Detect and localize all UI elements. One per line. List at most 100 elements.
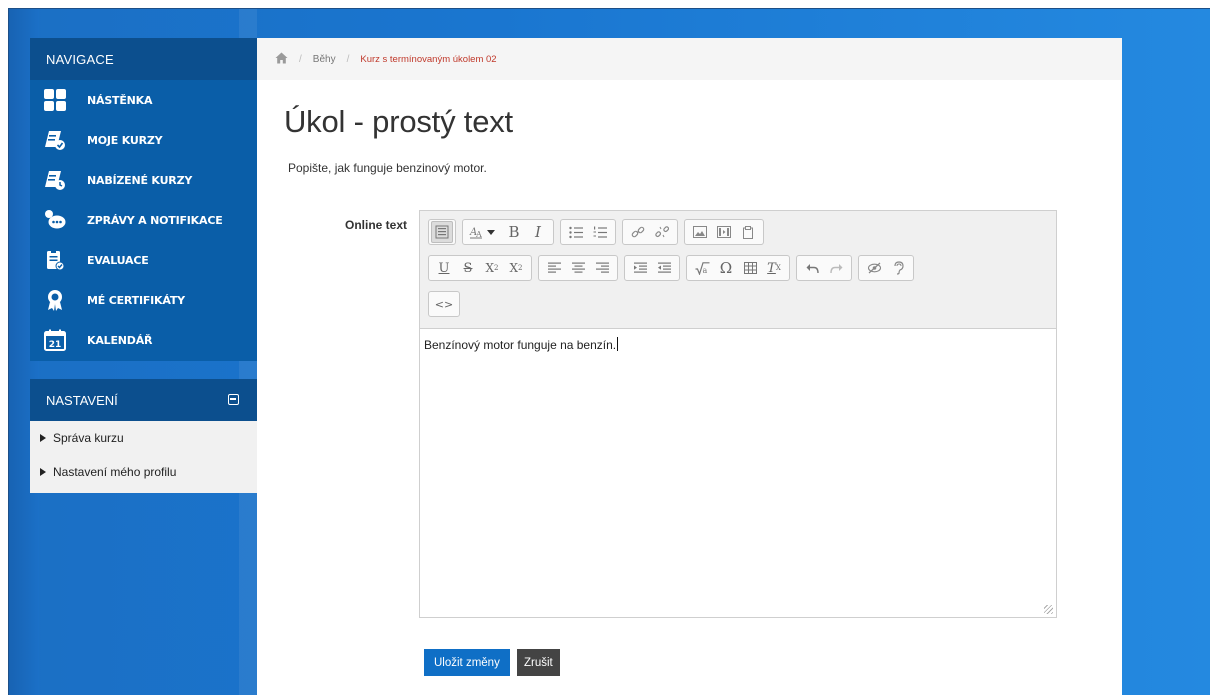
screenreader-helper-icon[interactable] xyxy=(887,257,909,279)
online-text-editor-area[interactable]: Benzínový motor funguje na benzín. xyxy=(420,329,1056,617)
breadcrumb-separator: / xyxy=(346,53,350,65)
clear-formatting-icon[interactable]: TX xyxy=(763,257,785,279)
breadcrumb-item-runs[interactable]: Běhy xyxy=(313,54,336,65)
nav-item-offered-courses[interactable]: NABÍZENÉ KURZY xyxy=(30,162,257,198)
calendar-day: 21 xyxy=(49,340,62,350)
text-caret xyxy=(617,337,619,351)
dashboard-icon xyxy=(43,88,67,112)
html-source-icon[interactable]: <> xyxy=(433,293,455,315)
nav-item-calendar[interactable]: 21 KALENDÁŘ xyxy=(30,322,257,358)
nav-item-my-courses[interactable]: MOJE KURZY xyxy=(30,122,257,158)
toolbar-group xyxy=(624,255,680,281)
online-text-label: Online text xyxy=(345,218,408,232)
outdent-icon[interactable] xyxy=(653,257,675,279)
save-changes-button[interactable]: Uložit změny xyxy=(424,649,510,676)
redo-icon[interactable] xyxy=(825,257,847,279)
equation-icon[interactable]: a xyxy=(691,257,713,279)
clear-format-mark: X xyxy=(775,264,781,272)
editor-content: Benzínový motor funguje na benzín. xyxy=(424,338,617,352)
nav-item-label: NABÍZENÉ KURZY xyxy=(87,173,193,187)
nav-item-evaluation[interactable]: EVALUACE xyxy=(30,242,257,278)
bold-icon[interactable]: B xyxy=(503,221,525,243)
superscript-mark: 2 xyxy=(518,264,523,272)
toolbar-group: <> xyxy=(428,291,460,317)
media-icon[interactable] xyxy=(713,221,735,243)
navigation-header: NAVIGACE xyxy=(30,38,257,80)
settings-header: NASTAVENÍ xyxy=(30,379,257,421)
italic-icon[interactable]: I xyxy=(527,221,549,243)
settings-link-label: Správa kurzu xyxy=(53,431,124,445)
clear-format-letter: T xyxy=(767,260,776,276)
superscript-icon[interactable]: X2 xyxy=(505,257,527,279)
toolbar-group xyxy=(428,219,456,245)
underline-icon[interactable]: U xyxy=(433,257,455,279)
strikethrough-icon[interactable]: S xyxy=(457,257,479,279)
toolbar-row: <> xyxy=(428,291,1056,317)
assignment-description: Popište, jak funguje benzinový motor. xyxy=(288,161,487,175)
messages-icon xyxy=(43,208,67,232)
table-icon[interactable] xyxy=(739,257,761,279)
editor-toolbar: AA B I U S X 2 X 2 a Ω T X <> xyxy=(420,211,1056,329)
toolbar-row: U S X2 X2 a Ω T X xyxy=(428,255,1056,281)
subscript-icon[interactable]: X2 xyxy=(481,257,503,279)
toolbar-group xyxy=(538,255,618,281)
font-style-icon[interactable]: AA xyxy=(467,221,501,243)
caret-right-icon xyxy=(40,468,46,476)
nav-item-label: NÁSTĚNKA xyxy=(87,93,153,107)
offered-courses-icon xyxy=(43,168,67,192)
caret-right-icon xyxy=(40,434,46,442)
toolbar-group: AA B I xyxy=(462,219,554,245)
align-right-icon[interactable] xyxy=(591,257,613,279)
toolbar-group: U S X2 X2 xyxy=(428,255,532,281)
toolbar-group xyxy=(684,219,764,245)
nav-item-label: MOJE KURZY xyxy=(87,133,163,147)
breadcrumb: / Běhy / Kurz s termínovaným úkolem 02 xyxy=(257,38,1122,80)
toolbar-group xyxy=(858,255,914,281)
special-character-icon[interactable]: Ω xyxy=(715,257,737,279)
toolbar-group xyxy=(622,219,678,245)
accessibility-checker-icon[interactable] xyxy=(863,257,885,279)
toolbar-group: a Ω TX xyxy=(686,255,790,281)
nav-item-messages[interactable]: ZPRÁVY A NOTIFIKACE xyxy=(30,202,257,238)
cancel-button[interactable]: Zrušit xyxy=(517,649,560,676)
nav-item-label: ZPRÁVY A NOTIFIKACE xyxy=(87,213,223,227)
settings-body: Správa kurzu Nastavení mého profilu xyxy=(30,421,257,493)
toolbar-toggle-icon[interactable] xyxy=(431,221,453,243)
toolbar-row: AA B I xyxy=(428,219,1056,245)
align-left-icon[interactable] xyxy=(543,257,565,279)
toolbar-group xyxy=(796,255,852,281)
my-courses-icon xyxy=(43,128,67,152)
certificate-icon xyxy=(43,288,67,312)
undo-icon[interactable] xyxy=(801,257,823,279)
collapse-icon[interactable] xyxy=(228,394,239,405)
svg-text:a: a xyxy=(702,266,707,275)
subscript-mark: 2 xyxy=(494,264,499,272)
nav-item-certificates[interactable]: MÉ CERTIFIKÁTY xyxy=(30,282,257,318)
settings-title: NASTAVENÍ xyxy=(46,393,118,408)
navigation-block: NAVIGACE NÁSTĚNKA MOJE KURZY NABÍZENÉ KU… xyxy=(30,38,257,361)
link-icon[interactable] xyxy=(627,221,649,243)
page-title: Úkol - prostý text xyxy=(284,104,513,139)
breadcrumb-separator: / xyxy=(299,53,302,65)
home-icon[interactable] xyxy=(275,52,288,67)
align-center-icon[interactable] xyxy=(567,257,589,279)
breadcrumb-item-course[interactable]: Kurz s termínovaným úkolem 02 xyxy=(360,54,496,65)
bullet-list-icon[interactable] xyxy=(565,221,587,243)
main-panel: / Běhy / Kurz s termínovaným úkolem 02 Ú… xyxy=(257,38,1122,695)
toolbar-group xyxy=(560,219,616,245)
nav-item-label: EVALUACE xyxy=(87,253,149,267)
settings-link-label: Nastavení mého profilu xyxy=(53,465,177,479)
rich-text-editor: AA B I U S X 2 X 2 a Ω T X <> Benzínový … xyxy=(419,210,1057,618)
manage-files-icon[interactable] xyxy=(737,221,759,243)
unlink-icon[interactable] xyxy=(651,221,673,243)
image-icon[interactable] xyxy=(689,221,711,243)
superscript-letter: X xyxy=(509,261,519,275)
numbered-list-icon[interactable] xyxy=(589,221,611,243)
settings-link-profile[interactable]: Nastavení mého profilu xyxy=(30,455,257,489)
indent-icon[interactable] xyxy=(629,257,651,279)
nav-item-label: MÉ CERTIFIKÁTY xyxy=(87,293,185,307)
resize-handle[interactable] xyxy=(1044,605,1053,614)
settings-link-course-admin[interactable]: Správa kurzu xyxy=(30,421,257,455)
nav-item-dashboard[interactable]: NÁSTĚNKA xyxy=(30,82,257,118)
evaluation-icon xyxy=(43,248,67,272)
